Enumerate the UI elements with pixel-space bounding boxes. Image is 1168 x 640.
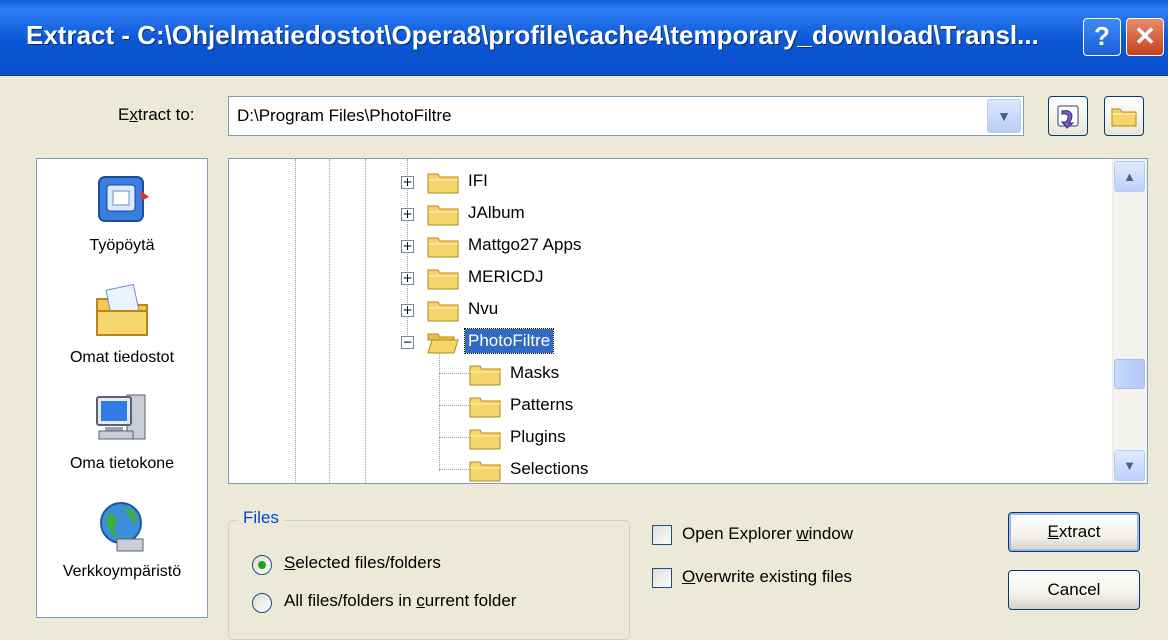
open-explorer-label[interactable]: Open Explorer window: [682, 524, 853, 544]
expand-icon[interactable]: +: [401, 272, 414, 285]
chevron-down-icon[interactable]: ▼: [987, 99, 1021, 133]
tree-guide-line: [329, 159, 330, 483]
place-my-computer[interactable]: Oma tietokone: [37, 389, 207, 473]
selected-files-radio[interactable]: [252, 555, 272, 575]
expand-icon[interactable]: +: [401, 208, 414, 221]
extract-to-label: Extract to:: [118, 105, 195, 124]
overwrite-label[interactable]: Overwrite existing files: [682, 567, 852, 587]
extract-to-path[interactable]: D:\Program Files\PhotoFiltre: [237, 106, 451, 126]
network-icon: [100, 502, 144, 552]
tree-guide-line: [439, 405, 471, 406]
place-label: Oma tietokone: [69, 455, 175, 472]
cancel-button[interactable]: Cancel: [1008, 570, 1140, 610]
radio-dot: [258, 561, 266, 569]
scroll-thumb[interactable]: [1114, 359, 1145, 389]
extract-button[interactable]: Extract: [1008, 512, 1140, 552]
vertical-scrollbar[interactable]: ▲ ▼: [1112, 159, 1147, 483]
tree-item-label: PhotoFiltre: [463, 328, 555, 354]
tree-item-label: IFI: [468, 171, 488, 190]
all-files-label[interactable]: All files/folders in current folder: [284, 591, 516, 611]
folder-icon: [469, 397, 501, 418]
new-folder-icon: [1111, 108, 1137, 127]
folder-icon: [427, 269, 459, 290]
tree-item-label: Plugins: [510, 427, 566, 446]
window-title: Extract - C:\Ohjelmatiedostot\Opera8\pro…: [26, 20, 1039, 50]
collapse-icon[interactable]: −: [401, 336, 414, 349]
expand-icon[interactable]: +: [401, 240, 414, 253]
title-bar[interactable]: Extract - C:\Ohjelmatiedostot\Opera8\pro…: [0, 0, 1168, 76]
open-folder-icon: [427, 333, 459, 354]
help-button[interactable]: ?: [1083, 18, 1121, 56]
folder-icon: [427, 301, 459, 322]
tree-item-label: Mattgo27 Apps: [468, 235, 582, 254]
scroll-up-icon[interactable]: ▲: [1114, 161, 1145, 192]
place-desktop[interactable]: Työpöytä: [37, 171, 207, 255]
my-documents-icon: [96, 283, 148, 336]
expand-icon[interactable]: +: [401, 176, 414, 189]
all-files-radio[interactable]: [252, 593, 272, 613]
place-label: Työpöytä: [89, 237, 155, 254]
tree-item-label: Selections: [510, 459, 589, 478]
files-groupbox: [228, 520, 630, 640]
expand-icon[interactable]: +: [401, 304, 414, 317]
place-network[interactable]: Verkkoympäristö: [37, 497, 207, 581]
close-button[interactable]: ✕: [1126, 18, 1164, 56]
folder-tree[interactable]: + IFI + JAlbum + Mattgo27 Apps + MERICDJ…: [228, 158, 1148, 484]
folder-icon: [469, 429, 501, 450]
extract-to-combobox[interactable]: D:\Program Files\PhotoFiltre ▼: [228, 96, 1024, 136]
scroll-down-icon[interactable]: ▼: [1114, 450, 1145, 481]
tree-item-label: Masks: [510, 363, 560, 382]
folder-icon: [427, 205, 459, 226]
places-bar: Työpöytä Omat tiedostot Oma tietokone Ve…: [36, 158, 208, 618]
folder-icon: [469, 461, 501, 482]
folder-icon: [427, 237, 459, 258]
tree-item-label: Patterns: [510, 395, 574, 414]
tree-item-label: MERICDJ: [468, 267, 544, 286]
open-explorer-checkbox[interactable]: [652, 525, 672, 545]
files-group-title: Files: [238, 508, 284, 528]
tree-guide-line: [439, 373, 471, 374]
place-my-documents[interactable]: Omat tiedostot: [37, 279, 207, 367]
tree-item-label: JAlbum: [468, 203, 525, 222]
new-folder-button[interactable]: [1104, 96, 1144, 136]
up-arrow-icon: [1057, 105, 1079, 129]
up-folder-button[interactable]: [1048, 96, 1088, 136]
place-label: Verkkoympäristö: [62, 563, 182, 580]
desktop-icon: [98, 176, 149, 222]
tree-item-label: Nvu: [468, 299, 499, 318]
selected-files-label[interactable]: Selected files/folders: [284, 553, 441, 573]
tree-guide-line: [439, 351, 440, 471]
tree-guide-line: [439, 437, 471, 438]
tree-guide-line: [365, 159, 366, 483]
place-label: Omat tiedostot: [69, 349, 175, 366]
my-computer-icon: [96, 394, 146, 440]
folder-icon: [427, 173, 459, 194]
folder-icon: [469, 365, 501, 386]
tree-guide-line: [295, 159, 296, 483]
tree-guide-line: [439, 469, 471, 470]
overwrite-checkbox[interactable]: [652, 568, 672, 588]
